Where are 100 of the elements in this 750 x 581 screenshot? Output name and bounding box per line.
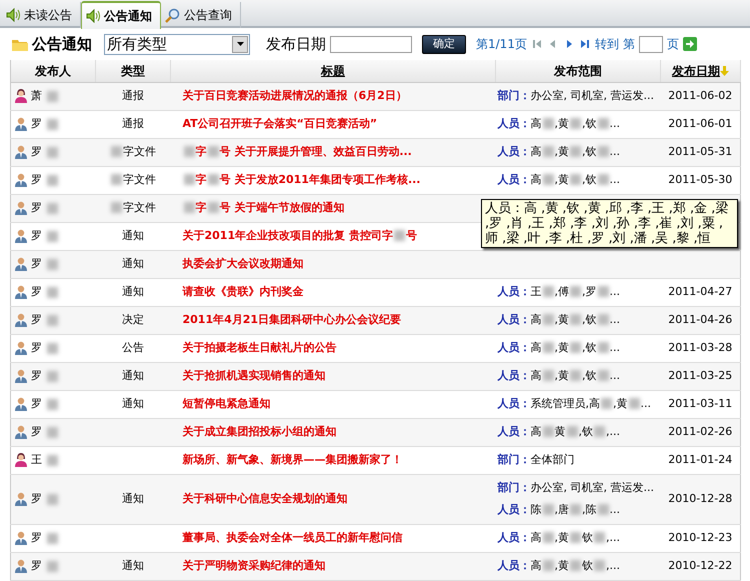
scope-label: 人员： bbox=[498, 558, 530, 572]
scope-label: 人员： bbox=[498, 116, 530, 130]
notice-title[interactable]: 号 关于开展提升管理、效益百日劳动... bbox=[220, 144, 412, 158]
redaction-mark bbox=[47, 174, 58, 186]
redaction-mark bbox=[566, 426, 578, 438]
person-icon bbox=[15, 341, 27, 355]
tab[interactable]: 公告查询 bbox=[161, 2, 241, 28]
redaction-mark bbox=[598, 342, 608, 354]
go-icon[interactable] bbox=[682, 37, 697, 51]
speaker-icon bbox=[86, 9, 100, 23]
redaction-mark bbox=[47, 426, 58, 438]
notice-title[interactable]: 请查收《贵联》内刊奖金 bbox=[182, 284, 304, 298]
type-text: 通知 bbox=[122, 558, 144, 572]
scope-more: ... bbox=[610, 172, 620, 186]
notice-title[interactable]: 号 关于端午节放假的通知 bbox=[220, 200, 344, 214]
scope-name: ,钦 bbox=[578, 424, 593, 438]
notice-title[interactable]: 董事局、执委会对全体一线员工的新年慰问信 bbox=[182, 530, 402, 544]
type-text: 通报 bbox=[122, 88, 144, 102]
publisher-name: 罗 bbox=[31, 396, 42, 412]
scope-name: ,钦 bbox=[582, 312, 596, 326]
date-text: 2011-03-25 bbox=[668, 368, 732, 382]
tab[interactable]: 公告通知 bbox=[81, 1, 161, 29]
redaction-mark bbox=[570, 560, 581, 572]
column-header: 类型 bbox=[121, 64, 145, 78]
publisher-name: 罗 bbox=[31, 490, 42, 507]
date-text: 2010-12-22 bbox=[668, 558, 732, 572]
redaction-mark bbox=[570, 286, 581, 298]
column-header: 发布人 bbox=[35, 64, 71, 78]
person-icon bbox=[15, 173, 27, 187]
person-icon bbox=[15, 285, 27, 299]
notice-title[interactable]: AT公司召开班子会落实“百日竞赛活动” bbox=[182, 116, 378, 130]
scope-label: 人员： bbox=[498, 396, 530, 410]
scope-name: ,黄 bbox=[554, 172, 569, 186]
person-icon bbox=[15, 201, 27, 215]
scope-label: 部门： bbox=[498, 481, 530, 494]
column-header: 发布范围 bbox=[554, 64, 602, 78]
notice-title[interactable]: 关于科研中心信息安全规划的通知 bbox=[182, 492, 348, 505]
last-page-icon[interactable] bbox=[578, 38, 591, 50]
first-page-icon[interactable] bbox=[530, 38, 543, 50]
redaction-mark bbox=[542, 286, 554, 298]
redaction-mark bbox=[598, 370, 608, 382]
scope-name: 系统管理员,高 bbox=[530, 396, 600, 410]
type-select[interactable]: 所有类型 bbox=[104, 34, 250, 54]
date-text: 2011-04-27 bbox=[668, 284, 732, 298]
scope-more: ,... bbox=[606, 424, 620, 438]
publisher-name: 罗 bbox=[31, 530, 42, 546]
person-icon bbox=[15, 492, 27, 506]
person-icon bbox=[15, 257, 27, 271]
redaction-mark bbox=[394, 230, 405, 242]
redaction-mark bbox=[542, 174, 554, 186]
redaction-mark bbox=[47, 146, 58, 158]
notice-title[interactable]: 新场所、新气象、新境界——集团搬新家了！ bbox=[182, 452, 402, 466]
redaction-mark bbox=[598, 146, 608, 158]
page-field[interactable] bbox=[638, 36, 663, 52]
scope-name: ,黄 bbox=[554, 368, 569, 382]
type-text: 决定 bbox=[122, 312, 144, 326]
redaction-mark bbox=[47, 494, 58, 504]
notice-title[interactable]: 号 bbox=[406, 228, 417, 242]
person-icon bbox=[15, 117, 27, 131]
scope-more: ... bbox=[610, 503, 620, 516]
date-label: 发布日期 bbox=[266, 34, 326, 55]
redaction-mark bbox=[570, 146, 581, 158]
redaction-mark bbox=[570, 504, 581, 516]
type-text: 通知 bbox=[122, 284, 144, 298]
column-header[interactable]: 标题 bbox=[321, 64, 345, 78]
scope-label: 人员： bbox=[498, 368, 530, 382]
notice-title[interactable]: 关于拍摄老板生日献礼片的公告 bbox=[182, 340, 336, 354]
scope-name: 高 bbox=[530, 312, 542, 326]
scope-name: ,钦 bbox=[582, 172, 596, 186]
goto-suffix: 页 bbox=[666, 36, 679, 53]
date-text: 2011-03-11 bbox=[668, 396, 732, 410]
redaction-mark bbox=[47, 90, 58, 102]
person-icon bbox=[15, 559, 27, 573]
notice-title[interactable]: 关于2011年企业技改项目的批复 贵控司字 bbox=[182, 228, 393, 242]
redaction-mark bbox=[598, 286, 608, 298]
confirm-button[interactable]: 确定 bbox=[422, 34, 466, 54]
scope-label: 人员： bbox=[498, 284, 530, 298]
notice-title[interactable]: 字 bbox=[196, 144, 206, 158]
notice-title[interactable]: 短暂停电紧急通知 bbox=[182, 396, 270, 410]
publisher-name: 罗 bbox=[31, 558, 42, 574]
notice-title[interactable]: 字 bbox=[196, 172, 206, 186]
person-icon bbox=[15, 453, 27, 467]
date-field[interactable] bbox=[330, 36, 412, 52]
type-text: 字文件 bbox=[123, 172, 156, 186]
type-text: 通报 bbox=[122, 116, 144, 130]
scope-text: 办公室, 司机室, 营运发... bbox=[530, 88, 654, 102]
tooltip: 人员：高 ,黄 ,钦 ,黄 ,邱 ,李 ,王 ,郑 ,金 ,梁 ,罗 ,肖 ,王 ,郑 ,李 ,刘 ,孙 ,李 ,崔 ,刘 ,粟 ,师 ,梁 ,叶 ,李 ,杜 ,罗 ,刘 ,潘 ,吴 ,黎 ,恒 bbox=[481, 199, 738, 248]
person-icon bbox=[15, 369, 27, 383]
redaction-mark bbox=[542, 342, 554, 354]
type-text: 公告 bbox=[122, 340, 144, 354]
notice-title[interactable]: 执委会扩大会议改期通知 bbox=[182, 256, 304, 270]
scope-label: 人员： bbox=[498, 424, 530, 438]
notice-title[interactable]: 号 关于发放2011年集团专项工作考核... bbox=[220, 172, 420, 186]
scope-name: ,黄 bbox=[554, 144, 569, 158]
person-icon bbox=[15, 397, 27, 411]
scope-more: ... bbox=[610, 116, 620, 130]
redaction-mark bbox=[542, 504, 554, 516]
publisher-name: 罗 bbox=[31, 200, 42, 216]
redaction-mark bbox=[542, 314, 554, 326]
notice-title[interactable]: 字 bbox=[196, 200, 206, 214]
